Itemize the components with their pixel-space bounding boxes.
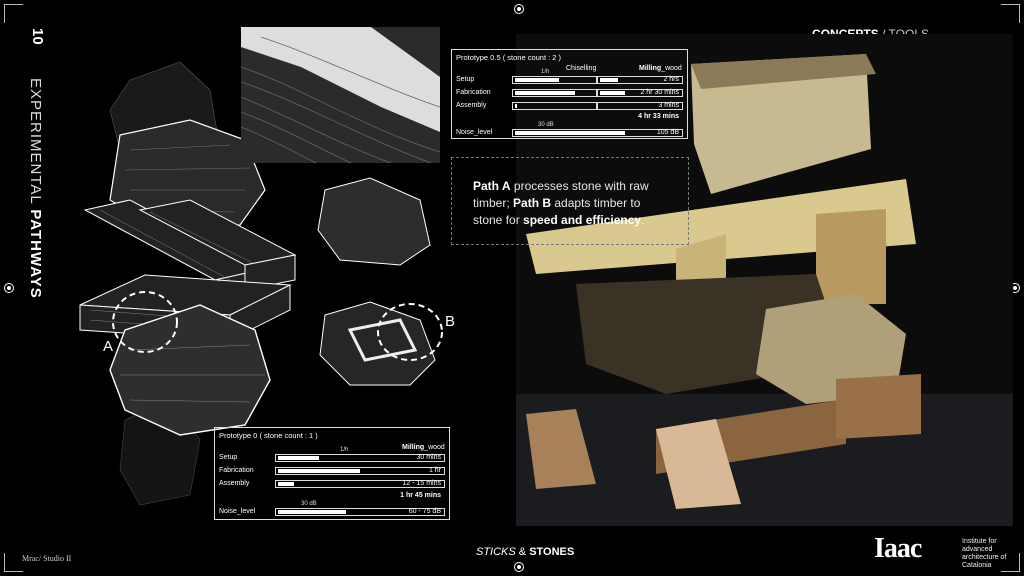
registration-mark xyxy=(514,4,524,14)
table-title: Prototype 0 ( stone count : 1 ) xyxy=(219,431,318,440)
prototype-0-table: Prototype 0 ( stone count : 1 ) Milling_… xyxy=(214,427,450,520)
table-row: Assembly 12 - 15 mins xyxy=(219,479,445,489)
iaac-logo-text: Institute for advanced architecture of C… xyxy=(962,538,1007,569)
path-b-label: B xyxy=(445,313,456,330)
table-row: Fabrication 2 hr 30 mins xyxy=(456,88,683,98)
table-row: Fabrication 1 hr xyxy=(219,466,445,476)
noise-row: Noise_level 105 dB xyxy=(456,128,683,138)
corner-mark xyxy=(1001,4,1020,23)
page-number: 10 xyxy=(29,28,46,45)
prototype-05-table: Prototype 0.5 ( stone count : 2 ) Chisel… xyxy=(451,49,688,139)
path-a-label: A xyxy=(103,338,114,355)
corner-mark xyxy=(4,4,23,23)
path-callout: Path A processes stone with raw timber; … xyxy=(451,157,689,245)
column-header-chiselling: Chiselling xyxy=(566,65,597,72)
noise-row: Noise_level 60 - 75 dB xyxy=(219,507,445,517)
column-header-milling: Milling_wood xyxy=(639,65,682,72)
total-time: 4 hr 33 mins xyxy=(638,113,679,120)
column-header-milling: Milling_wood xyxy=(402,444,445,451)
registration-mark xyxy=(4,283,14,293)
table-row: Setup 30 mins xyxy=(219,453,445,463)
table-row: Setup 2 hrs xyxy=(456,75,683,85)
project-title: STICKS & STONES xyxy=(476,546,575,558)
registration-mark xyxy=(514,562,524,572)
studio-label: Mrac/ Studio II xyxy=(22,554,72,563)
corner-mark xyxy=(4,553,23,572)
iaac-logo: Iaac xyxy=(874,533,922,564)
total-time: 1 hr 45 mins xyxy=(400,492,441,499)
milled-surface-image xyxy=(241,27,440,163)
vertical-title: EXPERIMENTAL PATHWAYS xyxy=(27,78,44,299)
table-row: Assembly 3 mins xyxy=(456,101,683,111)
table-title: Prototype 0.5 ( stone count : 2 ) xyxy=(456,53,562,62)
